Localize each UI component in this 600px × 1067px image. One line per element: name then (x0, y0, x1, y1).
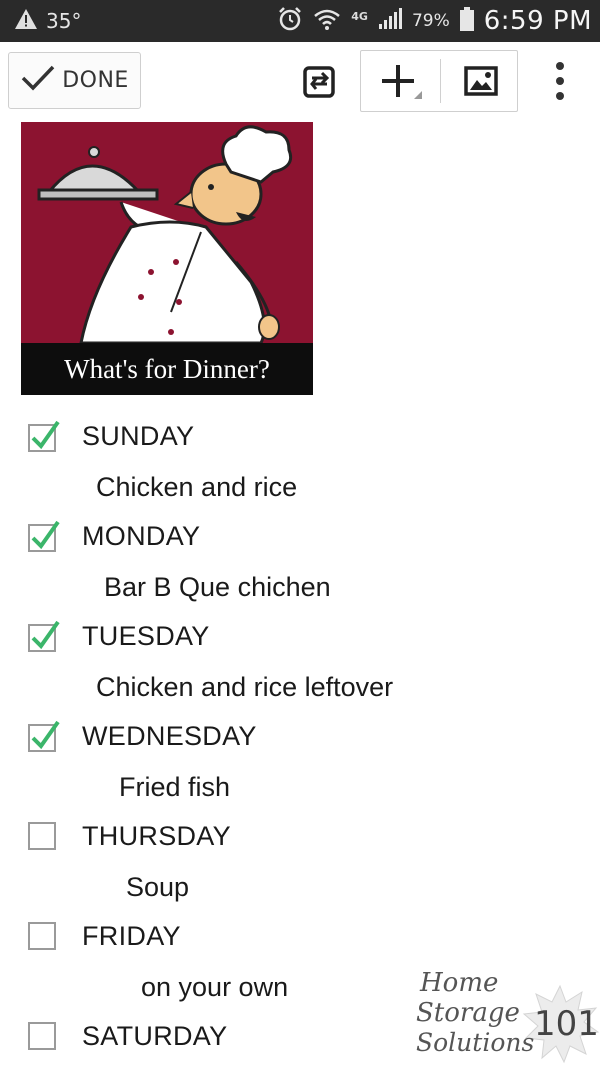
checkbox-checked[interactable] (28, 620, 60, 652)
whats-for-dinner-image: What's for Dinner? (21, 122, 313, 395)
day-label: THURSDAY (82, 821, 231, 851)
meal-text: Bar B Que chichen (104, 572, 331, 602)
wifi-icon (313, 7, 341, 35)
add-icon[interactable] (377, 61, 427, 101)
meal-text: Chicken and rice leftover (96, 672, 394, 702)
image-icon[interactable] (459, 61, 503, 101)
day-label: WEDNESDAY (82, 721, 257, 751)
watermark-line3: Solutions (416, 1028, 535, 1057)
checkbox-unchecked[interactable] (28, 822, 56, 850)
meal-text: Fried fish (119, 772, 231, 802)
day-label: SUNDAY (82, 421, 195, 451)
checkbox-unchecked[interactable] (28, 1022, 56, 1050)
export-icon[interactable] (298, 62, 340, 100)
toolbar-divider (440, 59, 441, 103)
signal-icon (378, 8, 402, 34)
checkbox-checked[interactable] (28, 520, 60, 552)
watermark-logo: Home Storage Solutions 101 (412, 968, 600, 1067)
day-label: MONDAY (82, 521, 201, 551)
toolbar: DONE (0, 42, 600, 120)
watermark-line2: Storage (416, 998, 520, 1028)
checklist-item: FRIDAY (0, 912, 600, 962)
network-type: 4G (351, 9, 368, 23)
status-bar: 35° 4G 79% 6:59 PM (0, 0, 600, 42)
checkbox-checked[interactable] (28, 420, 60, 452)
meal-text: Soup (126, 872, 190, 902)
meal-text: Chicken and rice (96, 472, 298, 502)
checklist-item: WEDNESDAY (0, 712, 600, 762)
temperature: 35° (46, 9, 82, 33)
watermark-line1: Home (420, 968, 499, 998)
checklist-item: MONDAY (0, 512, 600, 562)
day-label: SATURDAY (82, 1021, 228, 1051)
checkbox-unchecked[interactable] (28, 922, 56, 950)
alarm-icon (277, 6, 303, 36)
battery-icon (459, 7, 474, 35)
chef-illustration (37, 125, 293, 343)
checklist-item: THURSDAY (0, 812, 600, 862)
done-button[interactable]: DONE (8, 52, 141, 109)
checkmark-icon (20, 64, 56, 97)
day-label: FRIDAY (82, 921, 181, 951)
banner-caption: What's for Dinner? (21, 343, 313, 395)
watermark-number: 101 (534, 1004, 599, 1044)
checklist-item: SUNDAY (0, 412, 600, 462)
clock: 6:59 PM (483, 6, 592, 36)
day-label: TUESDAY (82, 621, 210, 651)
done-label: DONE (62, 68, 129, 93)
checklist-item: TUESDAY (0, 612, 600, 662)
insert-tool-group (360, 50, 518, 112)
meal-text: on your own (141, 972, 289, 1002)
overflow-menu-icon[interactable] (548, 60, 572, 102)
checkbox-checked[interactable] (28, 720, 60, 752)
warning-icon (14, 8, 38, 34)
battery-percent: 79% (411, 11, 450, 31)
